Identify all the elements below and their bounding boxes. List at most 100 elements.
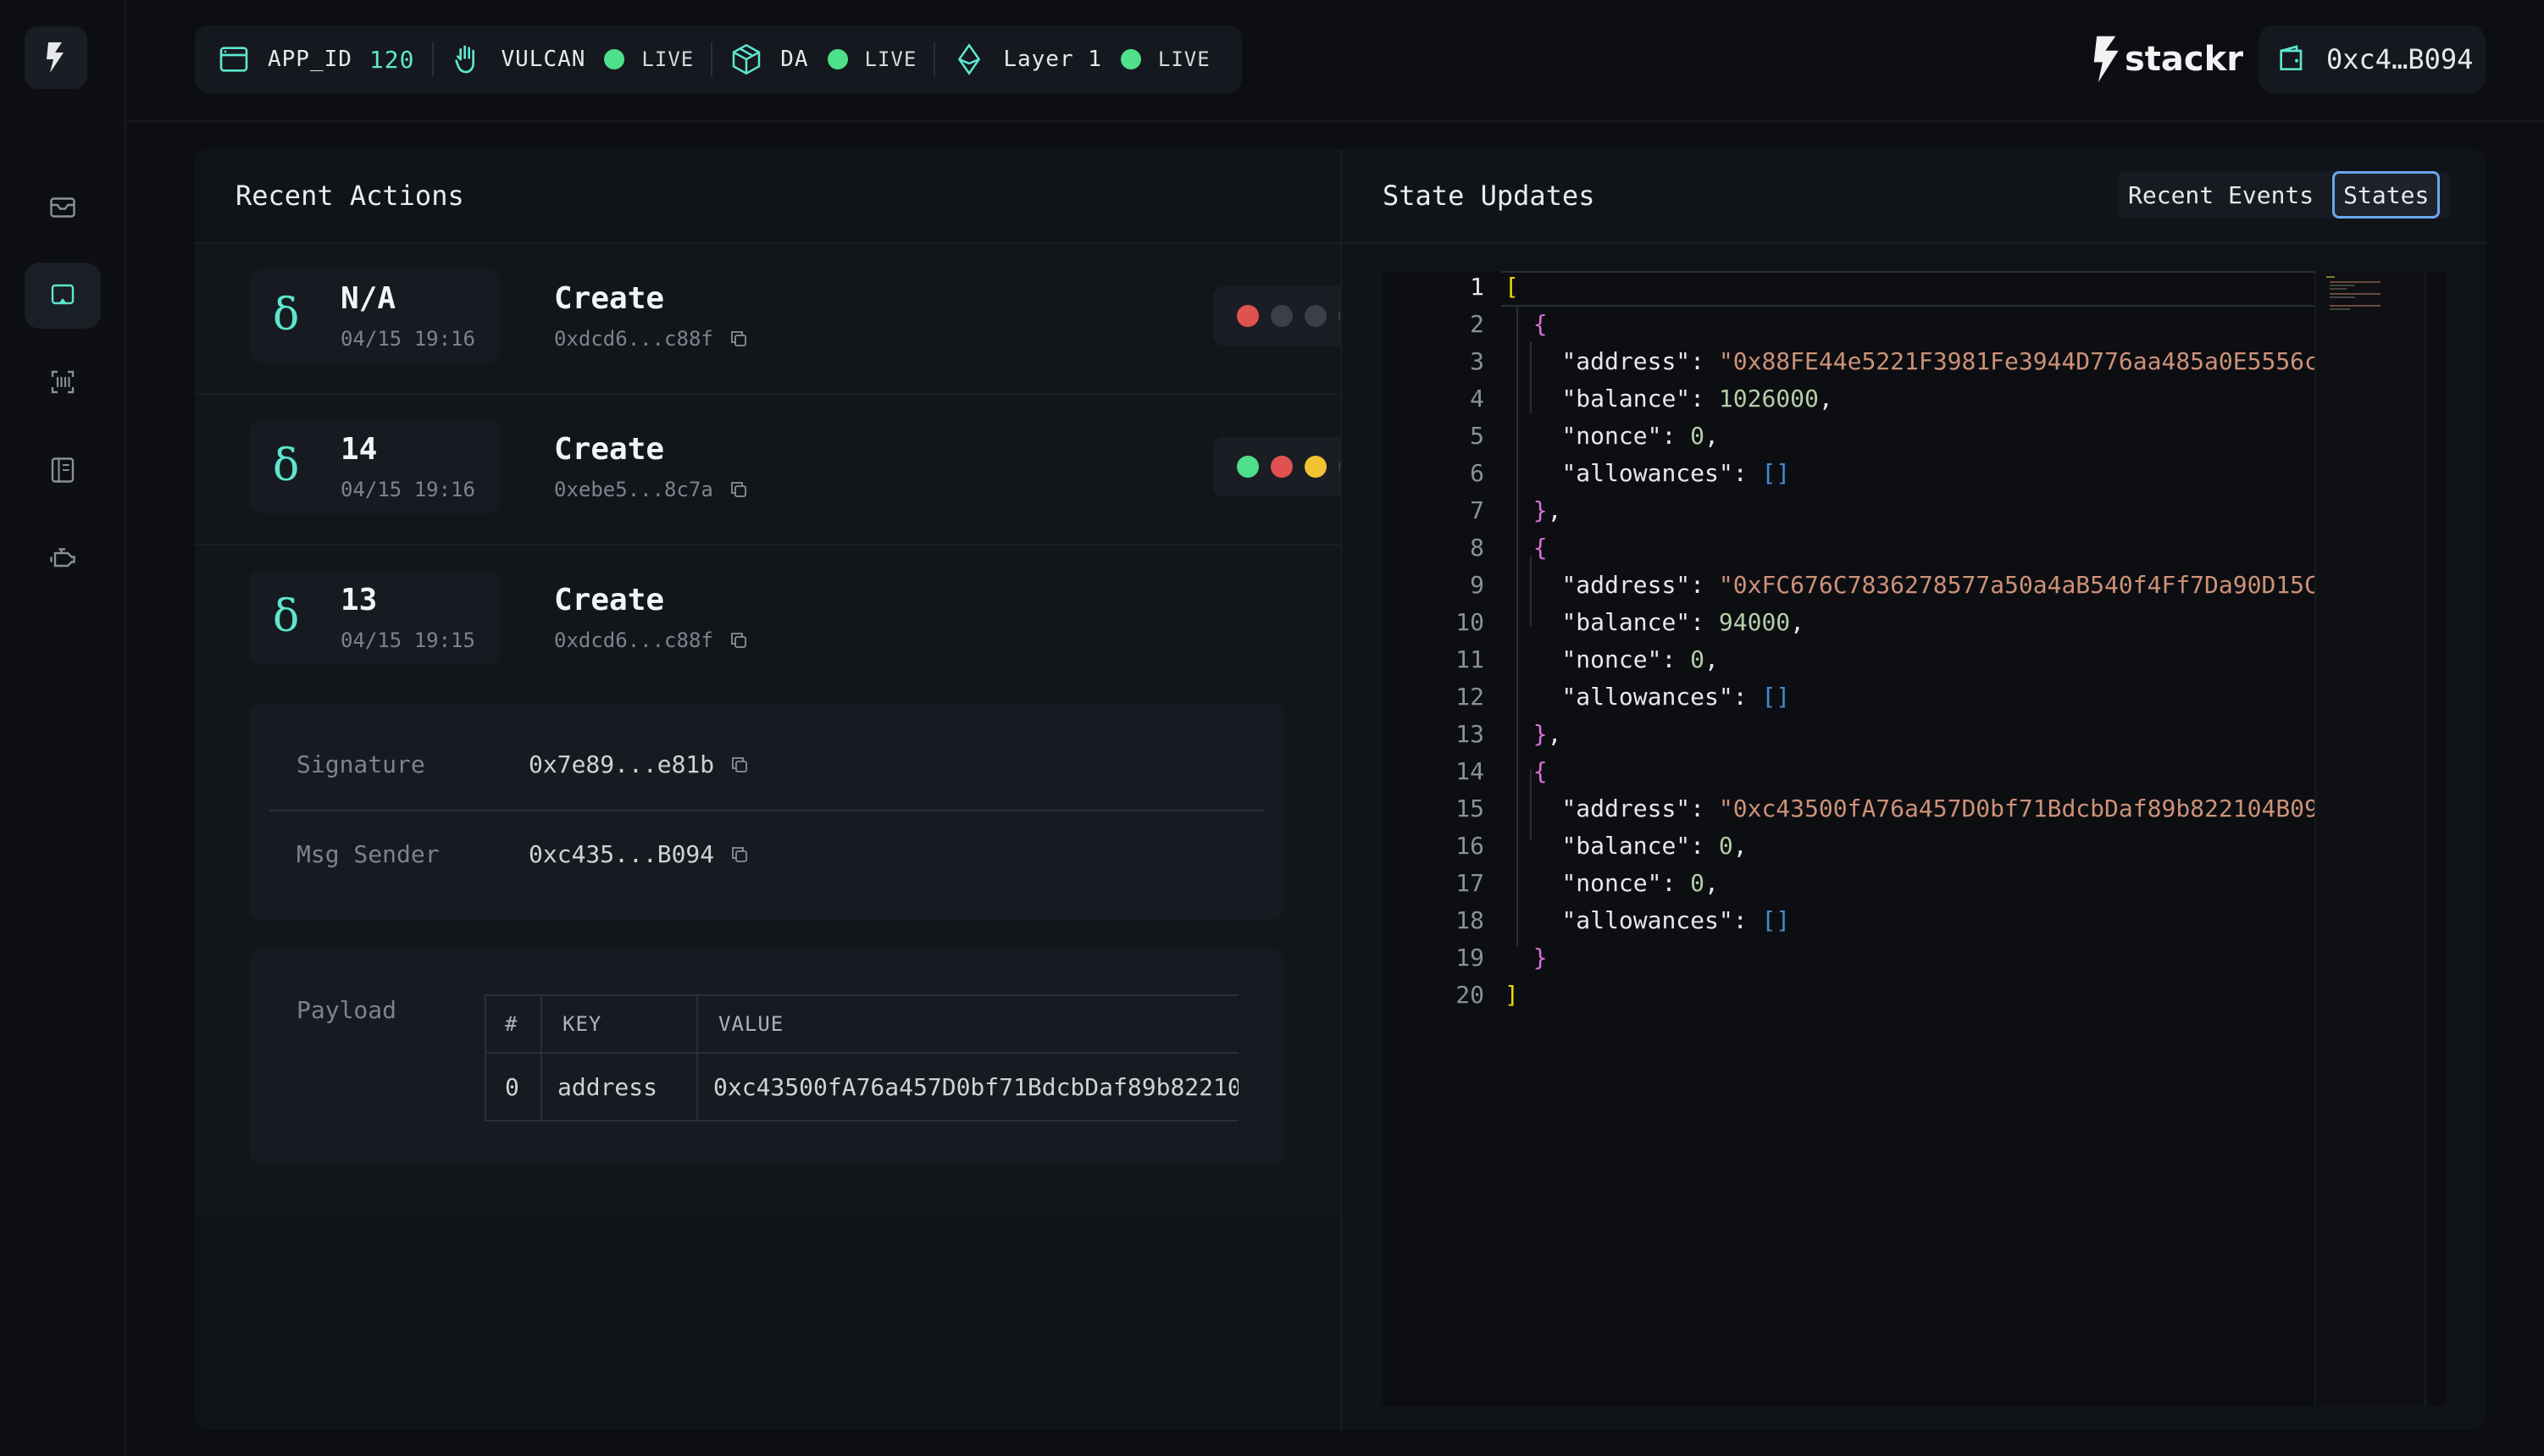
window-icon: [219, 47, 248, 72]
code-line: [: [1505, 273, 1519, 301]
code-line: "nonce": 0,: [1561, 422, 1719, 450]
copy-icon[interactable]: [729, 630, 749, 650]
action-row[interactable]: δ N/A 04/15 19:16 Create 0xdcd6...c88f: [195, 244, 1479, 395]
line-number: 5: [1470, 422, 1484, 450]
sidebar-item-inbox[interactable]: [25, 174, 101, 241]
vulcan-status: LIVE: [641, 47, 695, 71]
action-name: Create: [554, 583, 665, 617]
minimap-line: [2330, 281, 2380, 283]
copy-icon[interactable]: [729, 844, 750, 865]
status-dot-failed: [1237, 305, 1259, 327]
left-rail: [0, 0, 126, 1456]
header-divider: [126, 120, 2544, 122]
table-row: 0 address 0xc43500fA76a457D0bf71BdcbDaf8…: [485, 1052, 1239, 1121]
payload-table: # KEY VALUE 0 address 0xc43500fA76a457D0…: [485, 994, 1239, 1121]
sidebar-item-document[interactable]: [25, 437, 101, 503]
cube-icon: [732, 43, 761, 75]
signature-value: 0x7e89...e81b: [529, 750, 750, 778]
minimap-line: [2330, 288, 2347, 290]
action-hash-text: 0xebe5...8c7a: [554, 478, 713, 501]
stackr-logo-icon[interactable]: [25, 26, 87, 89]
code-line: "balance": 0,: [1561, 832, 1748, 860]
document-icon: [51, 457, 75, 483]
code-line: "balance": 1026000,: [1561, 385, 1833, 412]
payload-label: Payload: [297, 996, 397, 1024]
col-header-key: KEY: [540, 994, 698, 1054]
signature-label: Signature: [297, 750, 425, 778]
action-hash: 0xdcd6...c88f: [554, 628, 749, 652]
json-editor[interactable]: 1 2 3 4 5 6 7 8 9 10 11 12 13 14 15 16 17 18 19 20 [ { "add…: [1383, 271, 2447, 1406]
line-number: 9: [1470, 571, 1484, 599]
code-line: }: [1532, 944, 1548, 972]
action-time: 04/15 19:16: [341, 478, 475, 501]
wallet-button[interactable]: 0xc4…B094: [2259, 25, 2486, 93]
action-time: 04/15 19:15: [341, 628, 475, 652]
delta-icon: δ: [273, 591, 300, 642]
sender-value: 0xc435...B094: [529, 840, 750, 868]
code-line: },: [1532, 496, 1562, 524]
code-line: "allowances": []: [1561, 906, 1791, 934]
delta-icon: δ: [273, 440, 300, 491]
sender-label: Msg Sender: [297, 840, 440, 868]
line-number: 16: [1455, 832, 1484, 860]
state-updates-title: State Updates: [1383, 180, 1595, 212]
engine-icon: [50, 548, 75, 567]
vertical-scrollbar[interactable]: [2425, 271, 2447, 1406]
copy-icon[interactable]: [729, 755, 750, 775]
action-id: N/A: [341, 281, 396, 316]
layer-label: Layer 1: [1003, 47, 1102, 72]
code-area[interactable]: [ { "address": "0x88FE44e5221F3981Fe3944…: [1501, 271, 2314, 1406]
recent-actions-title: Recent Actions: [236, 180, 464, 212]
recent-actions-panel: Recent Actions δ N/A 04/15 19:16 Create …: [195, 149, 1479, 1430]
line-number: 4: [1470, 385, 1484, 412]
monitor-icon: [51, 284, 75, 305]
sidebar-item-monitor[interactable]: [25, 263, 101, 329]
vulcan-segment: VULCAN LIVE: [451, 25, 695, 93]
app-id-segment: APP_ID 120: [217, 25, 415, 93]
cell-value[interactable]: 0xc43500fA76a457D0bf71BdcbDaf89b822104B0…: [696, 1052, 1239, 1121]
app-root: APP_ID 120 VULCAN LIVE DA LIVE Layer 1 L…: [0, 0, 2544, 1456]
divider: [711, 42, 713, 76]
cell-index: 0: [485, 1052, 542, 1121]
action-row[interactable]: δ 14 04/15 19:16 Create 0xebe5...8c7a: [195, 395, 1479, 545]
line-number: 15: [1455, 794, 1484, 822]
line-number: 11: [1455, 645, 1484, 673]
line-number: 10: [1455, 608, 1484, 636]
code-line: "allowances": []: [1561, 459, 1791, 487]
divider: [269, 810, 1264, 811]
inbox-icon: [50, 197, 75, 218]
current-line-highlight: [1501, 271, 2314, 307]
action-id-card: δ 14 04/15 19:16: [249, 420, 500, 513]
code-line: {: [1532, 310, 1548, 338]
wallet-address: 0xc4…B094: [2326, 43, 2474, 75]
table-header-row: # KEY VALUE: [485, 994, 1239, 1054]
action-name: Create: [554, 432, 665, 467]
tab-recent-events[interactable]: Recent Events: [2118, 171, 2324, 219]
state-updates-panel: State Updates Recent Events States 12345…: [1340, 149, 2487, 1430]
copy-icon[interactable]: [729, 479, 749, 500]
brand-name: stackr: [2125, 40, 2243, 79]
code-line: },: [1532, 720, 1562, 748]
status-dot-processing: [1305, 456, 1327, 478]
tab-states[interactable]: States: [2332, 171, 2441, 219]
code-line: "nonce": 0,: [1561, 869, 1719, 897]
action-row-expanded[interactable]: δ 13 04/15 19:15 Create 0xdcd6...c88f Si…: [195, 545, 1459, 1215]
live-status-dot: [827, 49, 848, 69]
status-dot-failed: [1271, 456, 1293, 478]
sidebar-item-scanner[interactable]: [25, 349, 101, 415]
code-line: "nonce": 0,: [1561, 645, 1719, 673]
line-number: 12: [1455, 683, 1484, 711]
cell-key: address: [540, 1052, 698, 1121]
layer-segment: Layer 1 LIVE: [952, 25, 1210, 93]
app-id-label: APP_ID: [268, 47, 352, 72]
line-number: 20: [1455, 981, 1484, 1009]
layer-status: LIVE: [1157, 47, 1211, 71]
divider: [431, 42, 434, 76]
brand-logo[interactable]: stackr: [2092, 32, 2243, 86]
minimap[interactable]: [2314, 271, 2425, 1406]
copy-icon[interactable]: [729, 329, 749, 349]
action-id: 13: [341, 583, 378, 617]
sidebar-item-engine[interactable]: [25, 525, 101, 591]
hand-icon: [454, 45, 474, 74]
line-number-gutter: 1 2 3 4 5 6 7 8 9 10 11 12 13 14 15 16 17 18 19 20: [1383, 271, 1501, 1406]
